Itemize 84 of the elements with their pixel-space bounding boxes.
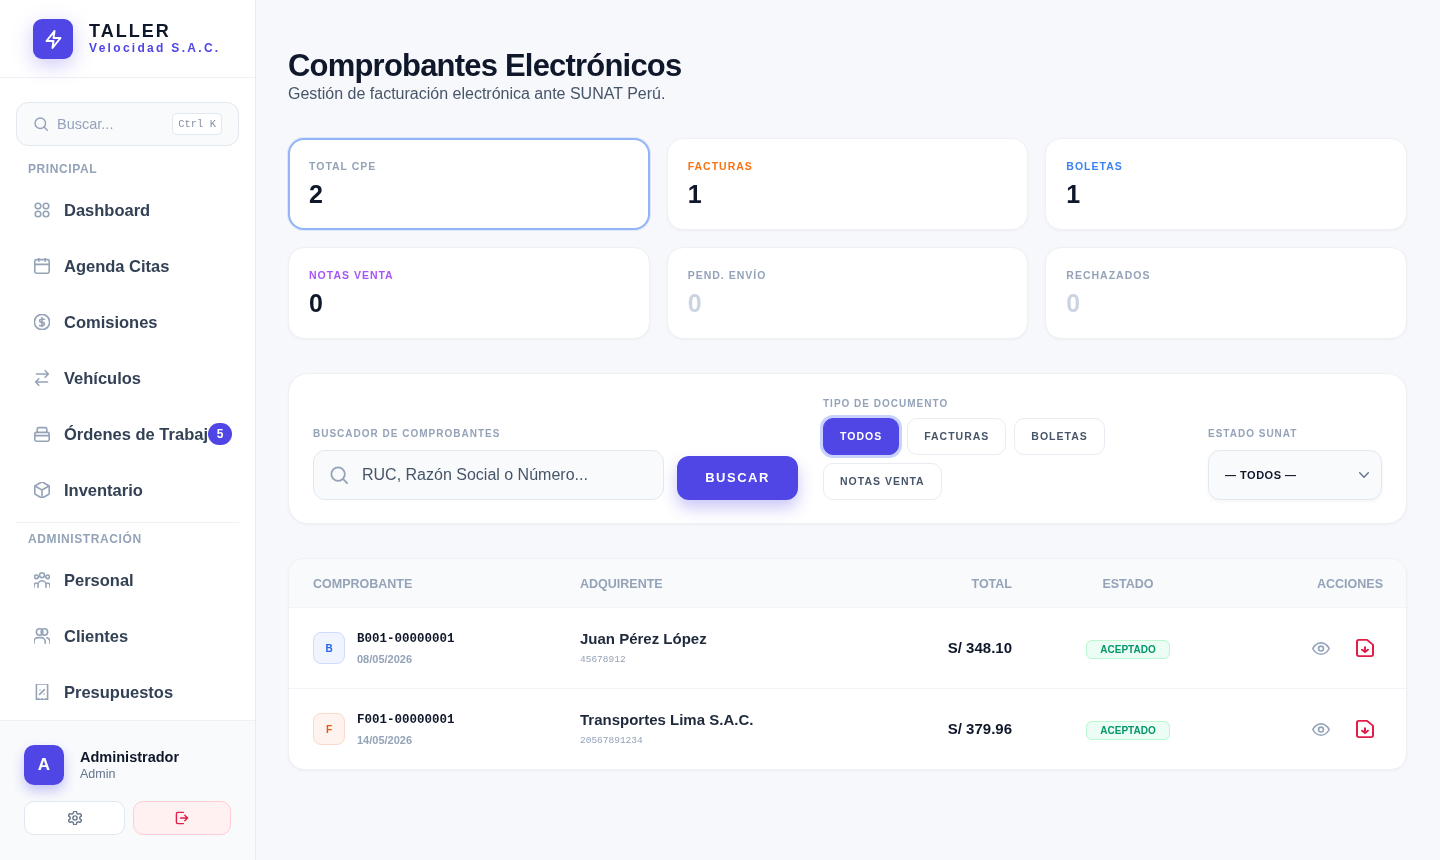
section-title: ADMINISTRACIÓN bbox=[27, 531, 143, 547]
client-name: Juan Pérez López bbox=[580, 630, 708, 648]
stat-card[interactable]: FACTURAS 1 bbox=[666, 138, 1029, 230]
receipt-icon bbox=[34, 684, 50, 700]
file-download-icon[interactable] bbox=[1356, 639, 1374, 657]
settings-button[interactable] bbox=[24, 801, 125, 835]
nav-item[interactable]: Comisiones bbox=[16, 294, 239, 350]
invoice-number: B001-00000001 bbox=[357, 630, 455, 647]
column-header: ADQUIRENTE bbox=[580, 577, 663, 591]
search-icon bbox=[330, 466, 348, 484]
stat-value: 0 bbox=[309, 288, 324, 318]
doc-type-tile: B bbox=[313, 632, 345, 664]
invoice-number: F001-00000001 bbox=[357, 711, 455, 728]
settings-icon bbox=[67, 811, 82, 825]
chevron-icon bbox=[1359, 472, 1369, 478]
nav-item[interactable]: Personal bbox=[16, 552, 239, 608]
stat-label: TOTAL CPE bbox=[309, 160, 378, 173]
search-button[interactable]: BUSCAR bbox=[677, 456, 798, 500]
grid-icon bbox=[34, 202, 50, 218]
search-icon bbox=[34, 117, 48, 131]
view-icon[interactable] bbox=[1312, 641, 1330, 655]
stat-label: NOTAS VENTA bbox=[309, 269, 395, 282]
user-role: Admin bbox=[80, 766, 117, 782]
client-id: 20567891234 bbox=[580, 735, 644, 747]
arrows-icon bbox=[34, 370, 50, 386]
section-title: PRINCIPAL bbox=[27, 161, 99, 177]
column-header: ESTADO bbox=[1102, 577, 1154, 591]
calendar-icon bbox=[34, 258, 50, 274]
nav-item[interactable]: Inventario bbox=[16, 462, 239, 518]
stat-card[interactable]: NOTAS VENTA 0 bbox=[288, 247, 650, 339]
brand-subtitle: Velocidad S.A.C. bbox=[89, 41, 221, 56]
stat-value: 1 bbox=[1066, 179, 1082, 209]
column-header: TOTAL bbox=[971, 577, 1012, 591]
filter-chip[interactable]: FACTURAS bbox=[907, 418, 1007, 455]
status-select[interactable]: — TODOS — bbox=[1208, 450, 1382, 500]
logout-icon bbox=[175, 811, 189, 825]
client-name: Transportes Lima S.A.C. bbox=[580, 711, 755, 729]
nav-item[interactable]: Agenda Citas bbox=[16, 238, 239, 294]
brand-title: TALLER bbox=[89, 21, 172, 41]
stat-card[interactable]: BOLETAS 1 bbox=[1045, 138, 1407, 230]
nav-item[interactable]: Presupuestos bbox=[16, 664, 239, 720]
invoice-date: 14/05/2026 bbox=[357, 732, 414, 747]
filter-chip[interactable]: TODOS bbox=[823, 418, 900, 455]
filter-chip[interactable]: BOLETAS bbox=[1014, 418, 1105, 455]
filter-chip[interactable]: NOTAS VENTA bbox=[823, 463, 942, 500]
shortcut-hint: Ctrl K bbox=[172, 113, 222, 135]
user-avatar: A bbox=[24, 745, 64, 785]
status-badge: ACEPTADO bbox=[1086, 721, 1170, 740]
cube-icon bbox=[34, 482, 50, 498]
total-amount: S/ 379.96 bbox=[947, 720, 1012, 737]
stat-value: 1 bbox=[687, 179, 703, 209]
file-download-icon[interactable] bbox=[1356, 720, 1374, 738]
people-icon bbox=[34, 572, 50, 588]
stat-label: RECHAZADOS bbox=[1066, 269, 1152, 282]
user-name: Administrador bbox=[80, 748, 180, 766]
stat-label: BOLETAS bbox=[1066, 160, 1124, 173]
page-title: Comprobantes Electrónicos bbox=[288, 48, 683, 84]
nav-item[interactable]: Clientes bbox=[16, 608, 239, 664]
nav-item[interactable]: Vehículos bbox=[16, 350, 239, 406]
dollar-icon bbox=[34, 314, 50, 330]
client-id: 45678912 bbox=[580, 654, 627, 666]
search-field[interactable]: RUC, Razón Social o Número... bbox=[313, 450, 664, 500]
invoice-date: 08/05/2026 bbox=[357, 651, 414, 666]
stat-value: 2 bbox=[309, 179, 324, 209]
status-badge: ACEPTADO bbox=[1086, 640, 1170, 659]
stat-card[interactable]: TOTAL CPE 2 bbox=[288, 138, 650, 230]
stat-label: FACTURAS bbox=[687, 160, 754, 173]
count-badge: 5 bbox=[208, 423, 232, 445]
view-icon[interactable] bbox=[1312, 722, 1330, 736]
doc-type-tile: F bbox=[313, 713, 345, 745]
field-label: TIPO DE DOCUMENTO bbox=[823, 397, 950, 410]
column-header: ACCIONES bbox=[1317, 577, 1383, 591]
total-amount: S/ 348.10 bbox=[947, 639, 1012, 656]
nav-item[interactable]: Órdenes de Trabaj 5 bbox=[16, 406, 239, 462]
stat-label: PEND. ENVÍO bbox=[687, 269, 768, 282]
field-label: BUSCADOR DE COMPROBANTES bbox=[313, 427, 502, 440]
logout-button[interactable] bbox=[133, 801, 231, 835]
users-icon bbox=[34, 628, 50, 644]
tray-icon bbox=[34, 426, 50, 442]
bolt-icon bbox=[33, 18, 73, 59]
page-subtitle: Gestión de facturación electrónica ante SUNAT Perú. bbox=[288, 84, 667, 104]
nav-item[interactable]: Dashboard bbox=[16, 182, 239, 238]
column-header: COMPROBANTE bbox=[313, 577, 413, 591]
field-label: ESTADO SUNAT bbox=[1208, 427, 1299, 440]
